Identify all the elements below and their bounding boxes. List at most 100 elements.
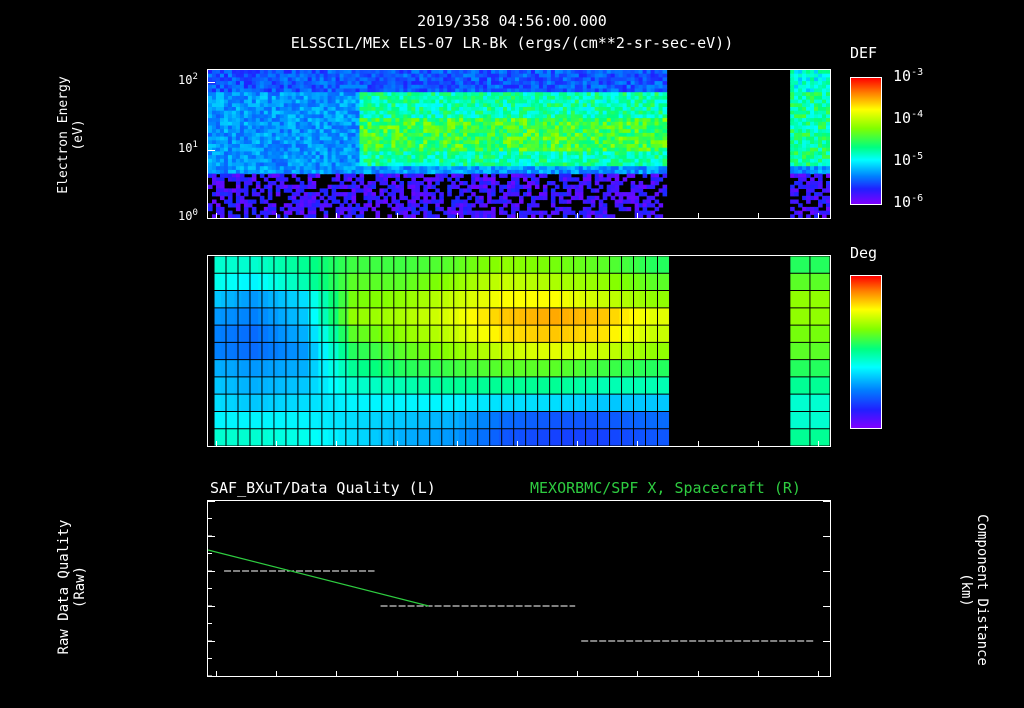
spectrogram-cell (610, 125, 616, 130)
spectrogram-cell (802, 129, 807, 134)
spectrogram-cell (483, 140, 488, 145)
spectrogram-cell (323, 155, 329, 160)
spectrogram-cell (554, 184, 560, 189)
spectrogram-cell (283, 121, 289, 127)
pitch-angle-cell (629, 273, 640, 291)
spectrogram-cell (459, 188, 464, 193)
spectrogram-cell (219, 129, 225, 134)
spectrogram-cell (806, 114, 811, 119)
spectrogram-cell (387, 158, 393, 164)
pitch-angle-cell (619, 411, 630, 429)
time-tick-mark (216, 213, 218, 219)
spectrogram-cell (602, 118, 608, 123)
spectrogram-cell (530, 147, 536, 152)
spectrogram-cell (399, 121, 404, 127)
spectrogram-cell (519, 151, 524, 156)
spectrogram-cell (415, 140, 420, 145)
spectrogram-cell (451, 84, 456, 90)
spectrogram-cell (239, 147, 245, 152)
spectrogram-cell (590, 88, 596, 93)
spectrogram-cell (818, 103, 823, 108)
spectrogram-cell (542, 99, 548, 104)
spectrogram-cell (826, 103, 830, 108)
spectrogram-cell (562, 192, 568, 197)
spectrogram-cell (435, 147, 440, 152)
spectrogram-cell (227, 107, 233, 112)
spectrogram-cell (343, 107, 349, 112)
spectrogram-cell (554, 132, 560, 138)
spectrogram-cell (375, 92, 381, 97)
spectrogram-cell (347, 99, 353, 104)
spectrogram-cell (590, 110, 596, 115)
spectrogram-cell (327, 70, 333, 75)
spectrogram-cell (391, 169, 396, 175)
pitch-angle-cell (278, 428, 289, 446)
spectrogram-cell (806, 151, 811, 156)
spectrogram-cell (327, 84, 333, 90)
spectrogram-cell (307, 140, 313, 145)
spectrogram-cell (638, 214, 644, 218)
spectrogram-cell (578, 129, 584, 134)
spectrogram-cell (427, 92, 432, 97)
spectrogram-cell (419, 84, 424, 90)
spectrogram-cell (530, 140, 536, 145)
spectrogram-cell (411, 70, 416, 75)
pitch-angle-cell (298, 359, 309, 377)
spectrogram-cell (243, 188, 249, 193)
spectrogram-cell (810, 129, 815, 134)
spectrogram-cell (283, 92, 289, 97)
spectrogram-cell (251, 110, 257, 115)
spectrogram-cell (331, 88, 337, 93)
spectrogram-cell (395, 199, 400, 204)
spectrogram-cell (423, 95, 428, 101)
spectrogram-cell (331, 95, 337, 101)
spectrogram-cell (391, 188, 396, 193)
spectrogram-cell (367, 147, 373, 152)
spectrogram-cell (654, 110, 660, 115)
pitch-angle-cell (639, 256, 650, 274)
pitch-angle-cell (418, 325, 430, 343)
pitch-angle-cell (639, 290, 650, 308)
spectrogram-cell (650, 84, 656, 90)
spectrogram-cell (323, 169, 329, 175)
spectrogram-cell (399, 84, 404, 90)
spectrogram-cell (295, 88, 301, 93)
spectrogram-cell (491, 210, 496, 215)
spectrogram-cell (351, 188, 357, 193)
spectrogram-cell (267, 95, 273, 101)
spectrogram-cell (530, 129, 536, 134)
spectrogram-cell (423, 188, 428, 193)
spectrogram-cell (223, 70, 229, 75)
spectrogram-cell (295, 129, 301, 134)
spectrogram-cell (618, 144, 624, 149)
spectrogram-cell (219, 73, 225, 78)
pitch-angle-cell (358, 359, 370, 377)
spectrogram-cell (227, 192, 233, 197)
spectrogram-cell (303, 203, 309, 208)
spectrogram-cell (439, 155, 444, 160)
spectrogram-cell (383, 73, 389, 78)
spectrogram-cell (522, 177, 528, 182)
spectrogram-cell (455, 140, 460, 145)
spectrogram-cell (443, 81, 448, 86)
spectrogram-cell (379, 70, 385, 75)
spectrogram-cell (570, 177, 576, 182)
spectrogram-cell (566, 136, 572, 141)
spectrogram-cell (790, 88, 795, 93)
pitch-angle-cell (418, 290, 430, 308)
spectrogram-cell (522, 136, 528, 141)
spectrogram-cell (447, 144, 452, 149)
spectrogram-cell (279, 121, 285, 127)
spectrogram-cell (239, 125, 245, 130)
spectrogram-cell (219, 92, 225, 97)
spectrogram-cell (618, 88, 624, 93)
spectrogram-cell (411, 114, 416, 119)
spectrogram-cell (367, 84, 373, 90)
spectrogram-cell (411, 140, 416, 145)
spectrogram-cell (550, 99, 556, 104)
spectrogram-cell (522, 184, 528, 189)
spectrogram-cell (219, 77, 225, 82)
pitch-angle-cell (278, 273, 289, 291)
spectrogram-cell (822, 70, 827, 75)
spectrogram-cell (566, 199, 572, 204)
